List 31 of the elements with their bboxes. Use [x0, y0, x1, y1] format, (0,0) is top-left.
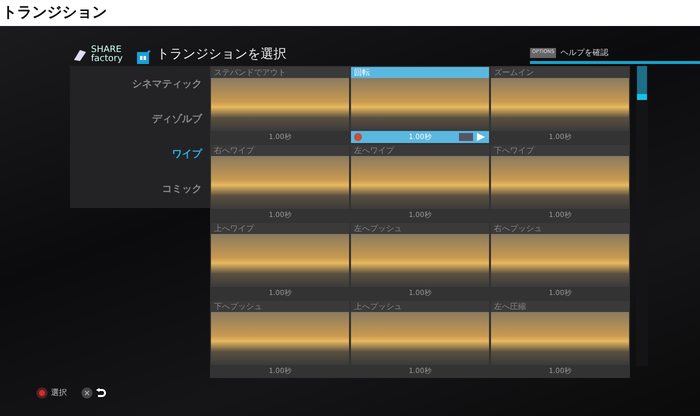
shoulder-button-icon: [459, 133, 473, 141]
logo-text: SHARE: [91, 46, 122, 55]
help-text: ヘルプを確認: [560, 47, 608, 59]
transition-name: 下へワイプ: [491, 145, 629, 156]
circle-button-icon: [36, 387, 48, 399]
select-label: 選択: [51, 387, 67, 399]
transition-name: ズームイン: [491, 67, 629, 78]
category-item[interactable]: コミック: [162, 179, 202, 200]
cross-button-icon: [81, 387, 93, 399]
transition-icon: [136, 50, 151, 64]
transition-name: 左へ圧縮: [491, 301, 629, 312]
transition-name: 右へワイプ: [211, 145, 349, 156]
transition-name: ステバンドでアウト: [211, 67, 349, 78]
page-title: トランジション: [1, 2, 108, 23]
transition-name: 下へプッシュ: [211, 301, 349, 312]
circle-button-icon: [354, 133, 362, 141]
category-item[interactable]: ディゾルブ: [152, 109, 202, 130]
transition-name: 回転: [351, 67, 489, 78]
transition-name: 上へワイプ: [211, 223, 349, 234]
transition-name: 上へプッシュ: [351, 301, 489, 312]
transition-name: 左へワイプ: [351, 145, 489, 156]
logo-text: factory: [91, 55, 123, 64]
scroll-thumb[interactable]: [637, 66, 647, 100]
logo-icon: [72, 48, 88, 62]
screen-title: トランジションを選択: [156, 46, 287, 64]
category-item[interactable]: ワイプ: [172, 144, 202, 165]
transition-name: 右へプッシュ: [491, 223, 629, 234]
transition-name: 左へプッシュ: [351, 223, 489, 234]
back-icon: [96, 388, 106, 398]
play-icon[interactable]: [477, 133, 485, 141]
category-item[interactable]: シネマティック: [132, 74, 202, 95]
